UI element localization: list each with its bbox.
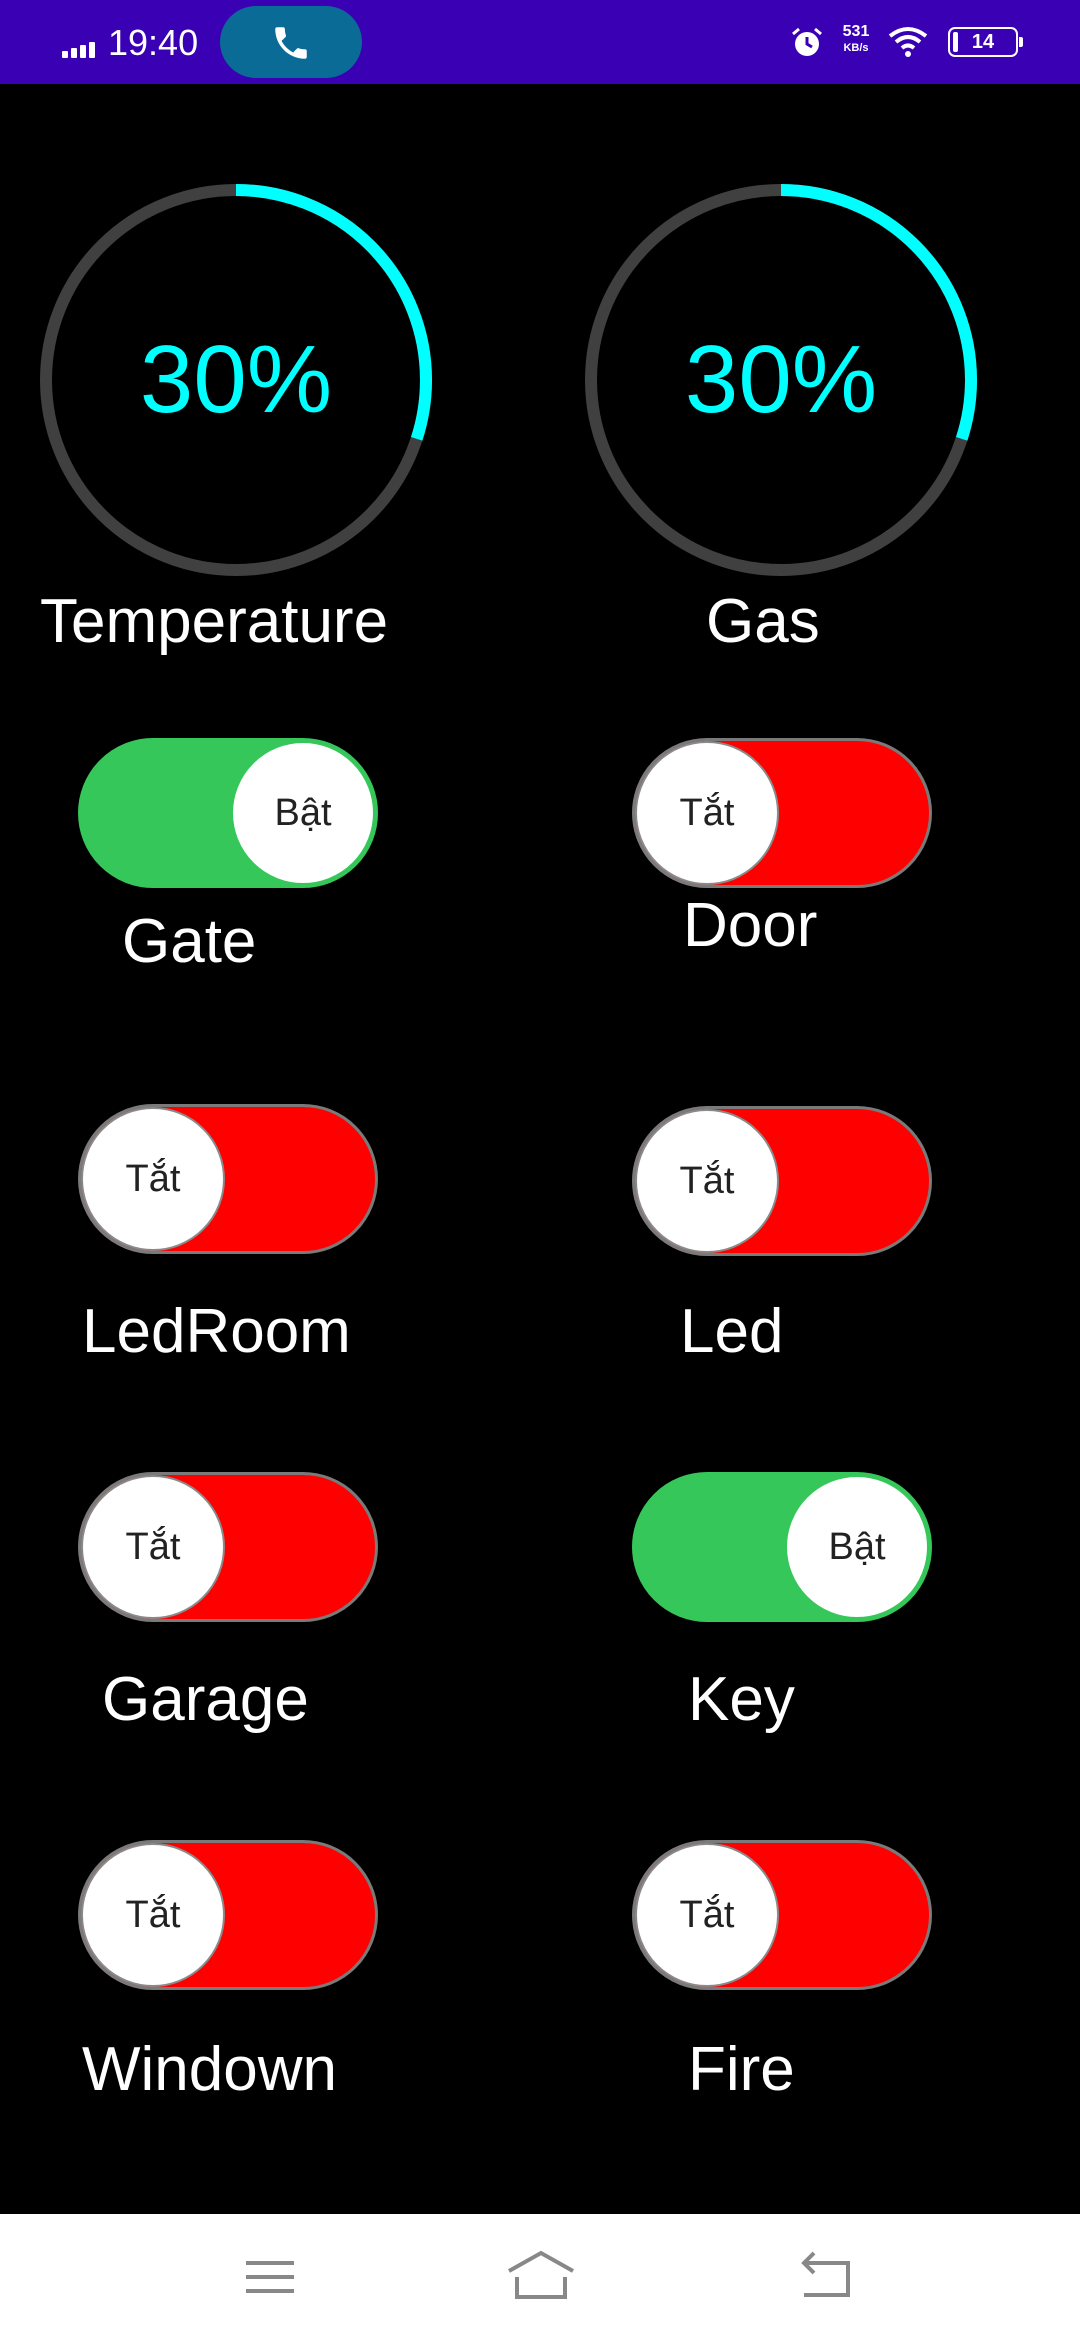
- network-speed-unit: KB/s: [843, 42, 869, 54]
- windown-switch-knob: Tắt: [81, 1843, 225, 1987]
- back-icon[interactable]: [796, 2247, 856, 2307]
- alarm-icon: [792, 27, 822, 56]
- ongoing-call-pill[interactable]: [220, 6, 362, 78]
- gate-switch[interactable]: Bật: [78, 738, 378, 888]
- network-speed-value: 531: [842, 23, 870, 40]
- key-switch[interactable]: Bật: [632, 1472, 932, 1622]
- led-switch[interactable]: Tắt: [632, 1106, 932, 1256]
- ledroom-label: LedRoom: [82, 1297, 351, 1366]
- gas-label: Gas: [706, 587, 820, 656]
- garage-switch[interactable]: Tắt: [78, 1472, 378, 1622]
- home-icon[interactable]: [505, 2247, 577, 2307]
- led-label: Led: [680, 1297, 784, 1366]
- ledroom-switch[interactable]: Tắt: [78, 1104, 378, 1254]
- navigation-bar: [0, 2214, 1080, 2340]
- fire-switch[interactable]: Tắt: [632, 1840, 932, 1990]
- fire-label: Fire: [688, 2035, 795, 2104]
- battery-icon: 14: [948, 27, 1023, 57]
- status-time: 19:40: [108, 22, 199, 63]
- phone-icon: [275, 27, 307, 59]
- temperature-value: 30%: [139, 326, 333, 433]
- fire-switch-knob: Tắt: [635, 1843, 779, 1987]
- door-switch-knob: Tắt: [635, 741, 779, 885]
- door-label: Door: [683, 891, 818, 960]
- menu-icon[interactable]: [240, 2247, 300, 2307]
- key-switch-knob: Bật: [785, 1475, 929, 1619]
- gas-gauge: 30%: [581, 180, 981, 580]
- temperature-label: Temperature: [40, 587, 389, 656]
- door-switch[interactable]: Tắt: [632, 738, 932, 888]
- status-bar: 19:40 531 KB/s 14: [0, 0, 1080, 84]
- garage-label: Garage: [102, 1665, 309, 1734]
- gate-label: Gate: [122, 907, 257, 976]
- wifi-icon: [888, 27, 928, 57]
- ledroom-switch-knob: Tắt: [81, 1107, 225, 1251]
- windown-switch[interactable]: Tắt: [78, 1840, 378, 1990]
- gas-value: 30%: [684, 326, 878, 433]
- temperature-gauge: 30%: [36, 180, 436, 580]
- garage-switch-knob: Tắt: [81, 1475, 225, 1619]
- gate-switch-knob: Bật: [231, 741, 375, 885]
- battery-level: 14: [971, 31, 995, 53]
- signal-icon: [62, 40, 102, 58]
- led-switch-knob: Tắt: [635, 1109, 779, 1253]
- network-speed: 531 KB/s: [836, 24, 876, 56]
- key-label: Key: [688, 1665, 795, 1734]
- windown-label: Windown: [82, 2035, 337, 2104]
